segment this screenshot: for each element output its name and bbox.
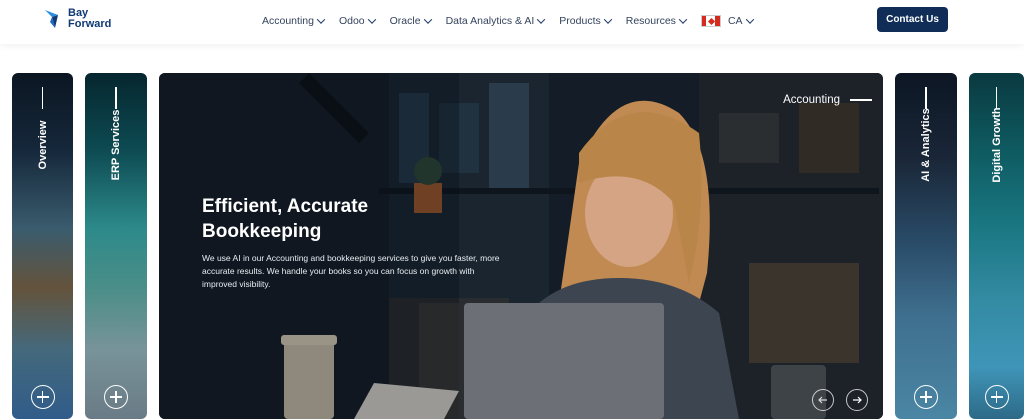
panel-digital-growth[interactable]: Digital Growth xyxy=(969,73,1024,419)
nav-item-label: Oracle xyxy=(389,15,421,27)
chevron-down-icon xyxy=(423,15,432,24)
canada-flag-icon xyxy=(700,15,721,27)
expand-digital-plus-icon[interactable] xyxy=(984,385,1009,409)
expand-ai-plus-icon[interactable] xyxy=(914,385,938,409)
nav-item-odoo[interactable]: Odoo xyxy=(338,15,376,27)
chevron-down-icon xyxy=(367,15,376,24)
nav-item-label: Products xyxy=(559,15,601,27)
panel-divider xyxy=(995,87,998,109)
nav-item-data-analytics[interactable]: Data Analytics & AI xyxy=(445,15,546,27)
panel-divider xyxy=(41,87,44,109)
site-header: Bay Forward Accounting Odoo Oracle Data … xyxy=(0,0,1024,44)
chevron-down-icon xyxy=(603,15,612,24)
hero-text-block: Efficient, Accurate Bookkeeping We use A… xyxy=(202,194,512,291)
nav-item-label: Data Analytics & AI xyxy=(445,15,535,27)
brand-line-2: Forward xyxy=(68,18,112,30)
panel-ai-analytics[interactable]: AI & Analytics xyxy=(895,73,957,419)
chevron-down-icon xyxy=(678,15,688,24)
chevron-down-icon xyxy=(316,15,326,24)
nav-item-products[interactable]: Products xyxy=(559,15,612,27)
arrow-right-icon xyxy=(853,396,862,404)
hero-description: We use AI in our Accounting and bookkeep… xyxy=(202,253,500,289)
chevron-down-icon xyxy=(537,15,546,24)
panel-divider xyxy=(115,87,117,109)
panel-label-overview: Overview xyxy=(36,120,49,170)
nav-item-accounting[interactable]: Accounting xyxy=(262,15,326,27)
brand-logo[interactable]: Bay Forward xyxy=(44,8,111,30)
bay-forward-logo-icon xyxy=(44,8,64,30)
hero-title-line-2: Bookkeeping xyxy=(202,221,322,242)
panel-divider xyxy=(925,87,927,109)
brand-name: Bay Forward xyxy=(68,8,111,30)
expand-overview-plus-icon[interactable] xyxy=(30,385,55,409)
expand-erp-plus-icon[interactable] xyxy=(104,385,128,409)
nav-item-label: Accounting xyxy=(262,15,314,27)
hero-title: Efficient, Accurate Bookkeeping xyxy=(202,194,512,244)
hero-category: Accounting xyxy=(783,94,872,106)
arrow-left-icon xyxy=(818,396,827,404)
contact-us-button[interactable]: Contact Us xyxy=(877,7,948,32)
hero-panel-accounting: Accounting Efficient, Accurate Bookkeepi… xyxy=(159,73,883,419)
nav-item-resources[interactable]: Resources xyxy=(625,15,688,27)
chevron-down-icon xyxy=(745,15,754,24)
nav-item-label: Odoo xyxy=(338,15,365,27)
panel-label-digital-growth: Digital Growth xyxy=(990,107,1003,183)
panel-label-erp-services: ERP Services xyxy=(110,109,122,181)
carousel-prev-button[interactable] xyxy=(812,389,834,411)
hero-title-line-1: Efficient, Accurate xyxy=(202,196,369,217)
nav-item-oracle[interactable]: Oracle xyxy=(389,15,432,27)
category-divider xyxy=(850,99,872,101)
carousel-next-button[interactable] xyxy=(846,389,868,411)
panel-erp-services[interactable]: ERP Services xyxy=(85,73,147,419)
locale-label: CA xyxy=(727,15,743,27)
panel-overview[interactable]: Overview xyxy=(12,73,73,419)
locale-selector[interactable]: CA xyxy=(700,15,754,27)
panel-label-ai-analytics: AI & Analytics xyxy=(920,108,932,182)
hero-category-label: Accounting xyxy=(783,94,840,106)
nav-item-label: Resources xyxy=(625,15,676,27)
main-nav: Accounting Odoo Oracle Data Analytics & … xyxy=(262,13,768,29)
